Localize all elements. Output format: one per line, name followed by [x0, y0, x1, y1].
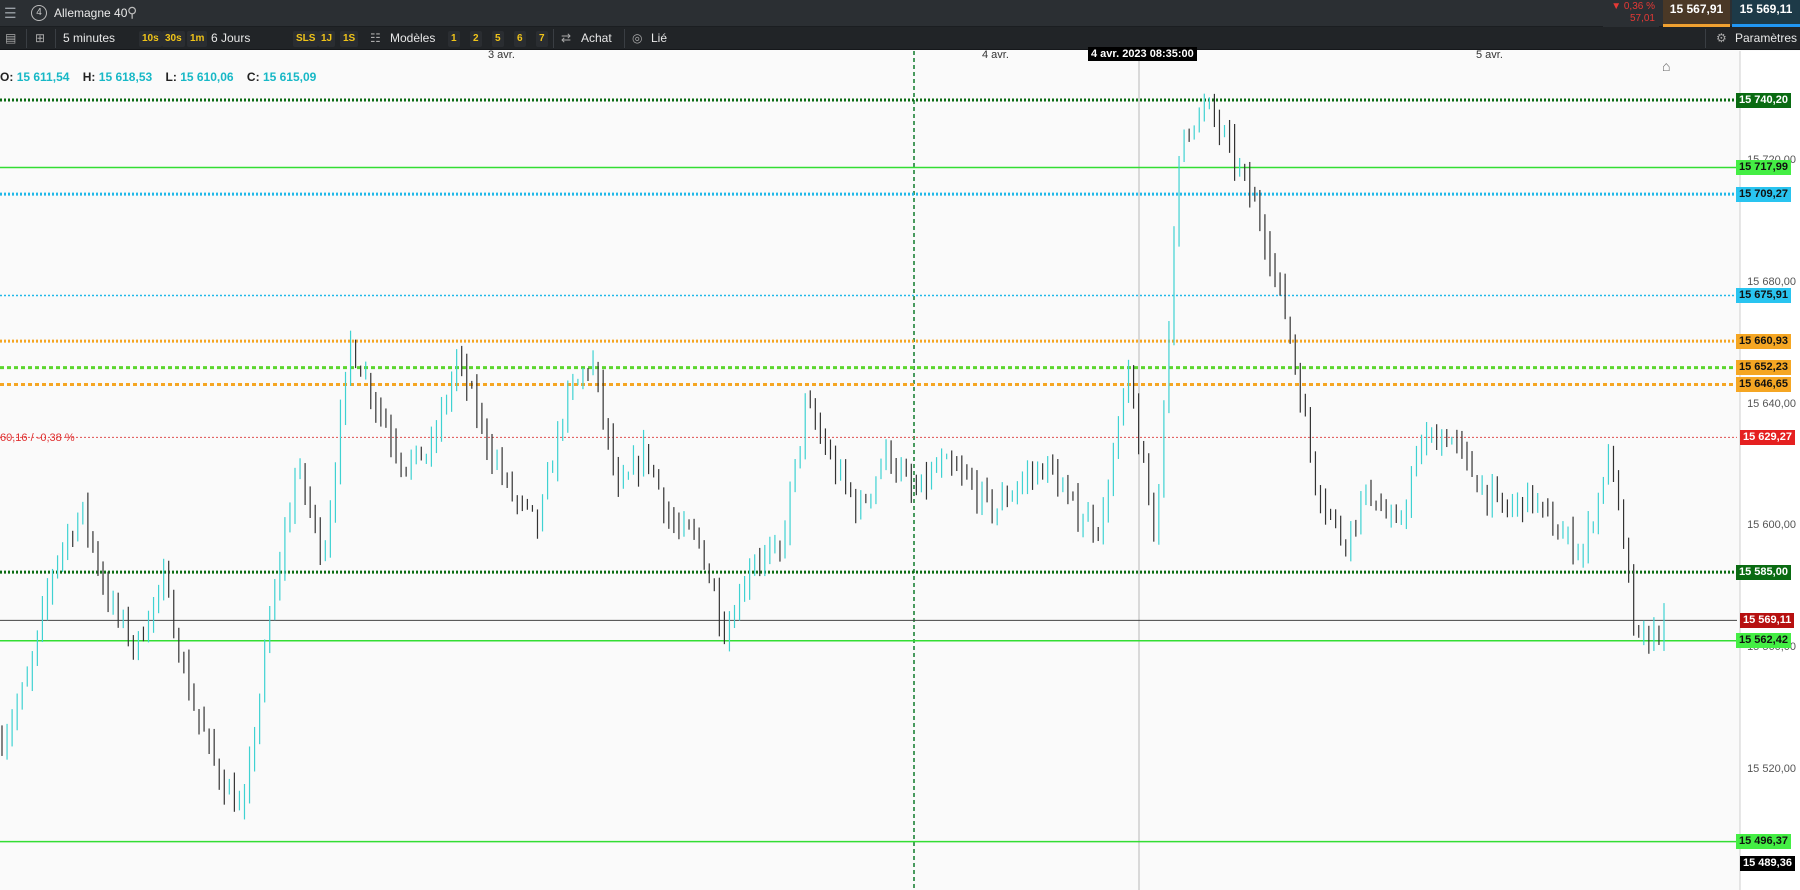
price-chart[interactable] — [0, 51, 1800, 890]
toolbar-divider — [55, 29, 56, 48]
crosshair-date-label: 4 avr. 2023 08:35:00 — [1088, 47, 1197, 61]
price-level-tag: 15 709,27 — [1736, 186, 1791, 202]
ohlc-low-label: L: — [165, 70, 177, 84]
interval-select[interactable]: 5 minutes — [63, 27, 115, 50]
price-level-tag: 15 660,93 — [1736, 333, 1791, 349]
diff-label: 60,16 / -0,38 % — [0, 432, 75, 444]
change-pct: ▼ 0,36 % — [1611, 1, 1655, 12]
chart-toolbar: ▤ ⊞ 5 minutes 6 Jours ☷ Modèles ⇄ Achat … — [0, 27, 1800, 50]
ohlc-high: 15 618,53 — [98, 70, 153, 84]
interval-10s[interactable]: 10s — [139, 31, 162, 47]
list-icon[interactable]: ▤ — [5, 27, 16, 50]
chart-background — [0, 51, 1800, 890]
date-label: 5 avr. — [1476, 49, 1503, 61]
interval-30s[interactable]: 30s — [162, 31, 185, 47]
price-level-tag: 15 489,36 — [1740, 855, 1795, 871]
bid-button[interactable]: 15 567,91 — [1663, 0, 1730, 27]
toolbar-divider — [26, 29, 27, 48]
preset-5[interactable]: 5 — [492, 31, 504, 47]
ohlc-open: 15 611,54 — [16, 70, 70, 84]
ohlc-low: 15 610,06 — [180, 70, 234, 84]
y-axis-tick-label: 15 600,00 — [1747, 519, 1796, 532]
y-axis-tick-label: 15 520,00 — [1747, 762, 1796, 775]
date-label: 4 avr. — [982, 49, 1009, 61]
price-level-tag: 15 646,65 — [1736, 377, 1791, 393]
search-icon[interactable]: ⚲ — [127, 4, 137, 21]
ohlc-open-label: O: — [0, 70, 14, 84]
instrument-index-badge: 4 — [31, 5, 47, 21]
preset-2[interactable]: 2 — [470, 31, 482, 47]
settings-button[interactable]: Paramètres — [1735, 27, 1797, 50]
toolbar-divider — [624, 29, 625, 48]
linked-icon[interactable]: ◎ — [632, 27, 642, 50]
models-icon[interactable]: ☷ — [370, 27, 381, 50]
preset-1[interactable]: 1 — [448, 31, 460, 47]
linked-button[interactable]: Lié — [651, 27, 667, 50]
ohlc-close-label: C: — [246, 70, 260, 84]
ask-price: 15 569,11 — [1739, 2, 1793, 16]
ohlc-close: 15 615,09 — [262, 70, 317, 84]
quick-1j[interactable]: 1J — [318, 31, 336, 47]
date-label: 3 avr. — [488, 49, 515, 61]
y-axis-tick-label: 15 640,00 — [1747, 397, 1796, 410]
layout-icon[interactable]: ⊞ — [35, 27, 45, 50]
price-level-tag: 15 496,37 — [1736, 834, 1791, 850]
y-axis-tick-label: 15 680,00 — [1747, 276, 1796, 289]
models-button[interactable]: Modèles — [390, 27, 435, 50]
preset-6[interactable]: 6 — [514, 31, 526, 47]
ohlc-readout: O: 15 611,54 H: 15 618,53 L: 15 610,06 C… — [0, 70, 326, 84]
buy-button[interactable]: Achat — [581, 27, 612, 50]
price-level-tag: 15 585,00 — [1736, 564, 1791, 580]
price-level-tag: 15 675,91 — [1736, 288, 1791, 304]
toolbar-divider — [553, 29, 554, 48]
ohlc-high-label: H: — [82, 70, 96, 84]
top-bar: ☰ 4 Allemagne 40 ⚲ ▼ 0,36 % 57,01 15 567… — [0, 0, 1800, 27]
gear-icon[interactable]: ⚙ — [1716, 27, 1727, 50]
ask-button[interactable]: 15 569,11 — [1732, 0, 1800, 27]
price-level-tag: 15 629,27 — [1740, 429, 1795, 445]
bid-price: 15 567,91 — [1669, 2, 1724, 16]
instrument-name[interactable]: Allemagne 40 — [54, 6, 127, 20]
quick-1s[interactable]: 1S — [340, 31, 359, 47]
quick-sls[interactable]: SLS — [293, 31, 319, 47]
buy-icon[interactable]: ⇄ — [561, 27, 571, 50]
period-select[interactable]: 6 Jours — [211, 27, 250, 50]
price-level-tag: 15 740,20 — [1736, 92, 1791, 108]
toolbar-divider — [1705, 29, 1706, 48]
price-level-tag: 15 569,11 — [1740, 612, 1795, 628]
price-level-tag: 15 562,42 — [1736, 633, 1791, 649]
home-icon[interactable]: ⌂ — [1662, 58, 1670, 74]
change-box: ▼ 0,36 % 57,01 — [1603, 0, 1659, 27]
price-level-tag: 15 652,23 — [1736, 360, 1791, 376]
price-level-tag: 15 717,99 — [1736, 160, 1791, 176]
menu-icon[interactable]: ☰ — [4, 5, 17, 22]
change-abs: 57,01 — [1629, 13, 1655, 24]
preset-7[interactable]: 7 — [536, 31, 548, 47]
interval-1m[interactable]: 1m — [187, 31, 208, 47]
